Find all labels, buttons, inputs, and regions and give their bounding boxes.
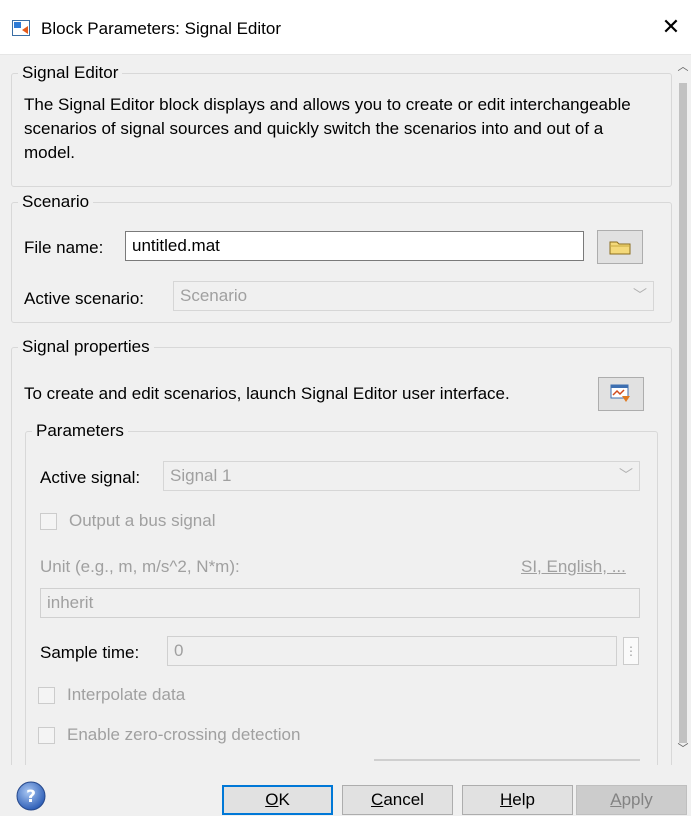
active-signal-label: Active signal: [40,468,141,487]
output-bus-checkbox [40,512,57,530]
active-signal-value: Signal 1 [170,466,232,485]
file-name-label: File name: [24,238,104,257]
browse-file-button[interactable] [597,230,643,264]
ok-button-mnemonic: O [265,790,279,809]
dialog-footer: ? OK Cancel Help Apply [0,765,691,816]
cancel-button-mnemonic: C [371,790,384,809]
interpolate-label: Interpolate data [67,685,186,704]
group-title-parameters: Parameters [36,421,124,440]
help-button[interactable]: Help [462,785,573,815]
partially-hidden-field [374,759,640,761]
scroll-up-icon[interactable]: ︿ [675,59,691,75]
window-title: Block Parameters: Signal Editor [41,19,281,38]
sample-time-field: 0 [167,636,617,666]
apply-button-label: pply [621,790,653,809]
apply-button-mnemonic: A [610,790,622,809]
group-title-scenario: Scenario [22,192,90,211]
chevron-down-icon: ﹀ [619,467,633,483]
launch-signal-editor-text: To create and edit scenarios, launch Sig… [24,384,510,403]
chevron-down-icon: ﹀ [633,287,647,303]
dialog-content: Signal Editor The Signal Editor block di… [0,55,675,765]
cancel-button-label: ancel [383,790,424,809]
help-button-mnemonic: H [500,790,513,809]
block-description: The Signal Editor block displays and all… [24,95,631,162]
active-signal-dropdown: Signal 1 ﹀ [163,461,640,491]
title-bar: Block Parameters: Signal Editor ✕ [0,0,691,55]
simulink-block-icon [12,20,30,36]
cancel-button[interactable]: Cancel [342,785,453,815]
output-bus-label: Output a bus signal [69,511,216,530]
zero-crossing-checkbox-row: Enable zero-crossing detection [38,725,300,745]
zero-crossing-checkbox [38,726,55,744]
scroll-down-icon[interactable]: ﹀ [675,741,691,757]
close-button[interactable]: ✕ [656,14,686,40]
ok-button[interactable]: OK [222,785,333,815]
folder-icon [609,241,631,255]
unit-label: Unit (e.g., m, m/s^2, N*m): [40,557,240,576]
apply-button: Apply [576,785,687,815]
interpolate-checkbox-row: Interpolate data [38,685,185,705]
ok-button-label: K [278,790,290,809]
unit-systems-link: SI, English, ... [521,557,626,576]
group-title-signal-editor: Signal Editor [22,63,119,82]
help-question-icon[interactable]: ? [16,781,46,811]
signal-editor-icon [610,384,630,402]
zero-crossing-label: Enable zero-crossing detection [67,725,301,744]
help-button-label: elp [512,790,535,809]
active-scenario-dropdown: Scenario ﹀ [173,281,654,311]
scrollbar-thumb[interactable] [679,83,687,743]
unit-field: inherit [40,588,640,618]
sample-time-label: Sample time: [40,643,140,662]
vertical-scrollbar[interactable]: ︿ ﹀ [675,55,691,765]
interpolate-checkbox [38,686,55,704]
output-bus-checkbox-row: Output a bus signal [40,511,215,531]
active-scenario-value: Scenario [180,286,248,305]
launch-signal-editor-button[interactable] [598,377,644,411]
svg-text:?: ? [26,787,36,807]
active-scenario-label: Active scenario: [24,289,144,308]
file-name-field[interactable]: untitled.mat [125,231,584,261]
close-icon: ✕ [661,14,681,39]
sample-time-more-icon: ⋮ [623,637,639,665]
group-title-signal-properties: Signal properties [22,337,150,356]
